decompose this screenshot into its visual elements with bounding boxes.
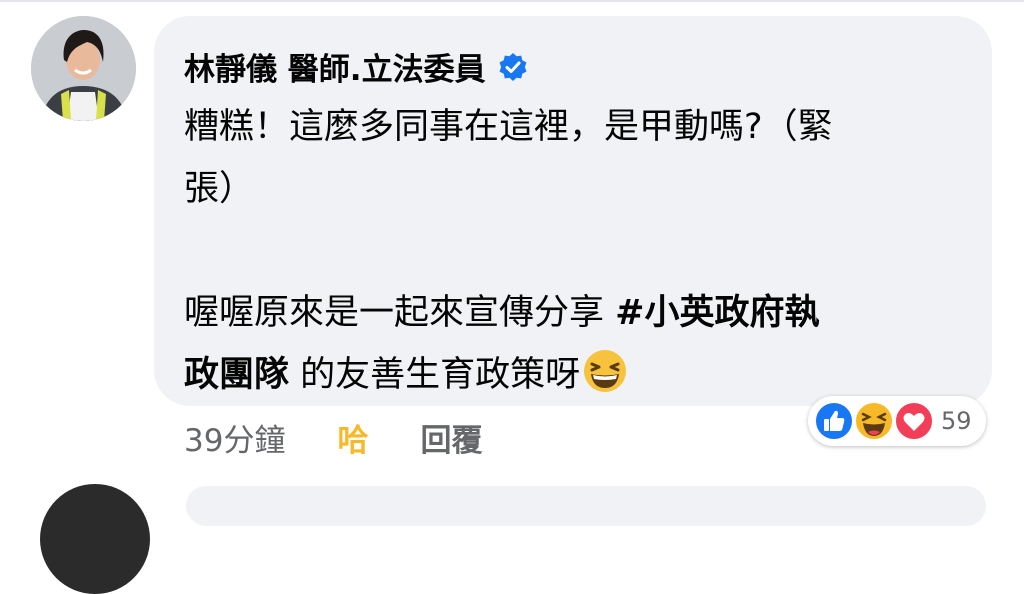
next-comment-bubble [186, 486, 986, 526]
reply-button[interactable]: 回覆 [420, 415, 482, 460]
comment-author[interactable]: 林靜儀 醫師.立法委員 [184, 44, 528, 89]
author-name[interactable]: 林靜儀 醫師.立法委員 [184, 44, 486, 89]
reaction-count: 59 [941, 407, 972, 435]
haha-icon [854, 401, 894, 441]
love-icon [894, 401, 934, 441]
comment-actions: 39分鐘 哈 回覆 [184, 410, 482, 464]
comment-line: 糟糕！這麼多同事在這裡，是甲動嗎?（緊 [184, 107, 833, 147]
comment-text: 糟糕！這麼多同事在這裡，是甲動嗎?（緊 張） 喔喔原來是一起來宣傳分享 #小英政… [184, 96, 974, 406]
comment-line: 喔喔原來是一起來宣傳分享 #小英政府執 [184, 282, 974, 344]
comment-text-segment: 的友善生育政策呀 [289, 355, 581, 395]
hashtag-link[interactable]: #小英政府執 [615, 293, 819, 333]
reaction-summary[interactable]: 59 [808, 396, 986, 446]
avatar[interactable] [31, 16, 136, 121]
reaction-button[interactable]: 哈 [337, 415, 368, 460]
top-divider [0, 0, 1024, 6]
comment-timestamp[interactable]: 39分鐘 [184, 415, 285, 460]
comment-line: 張） [184, 169, 255, 209]
comment-text-segment: 喔喔原來是一起來宣傳分享 [184, 293, 616, 333]
grinning-squinting-face-icon [584, 350, 627, 392]
like-icon [814, 401, 854, 441]
hashtag-link[interactable]: 政團隊 [184, 355, 289, 395]
next-comment-avatar[interactable] [40, 484, 150, 594]
profile-photo-icon [31, 16, 136, 121]
comment-bubble: 林靜儀 醫師.立法委員 糟糕！這麼多同事在這裡，是甲動嗎?（緊 張） 喔喔原來是… [154, 16, 992, 406]
verified-badge-icon [499, 52, 527, 81]
